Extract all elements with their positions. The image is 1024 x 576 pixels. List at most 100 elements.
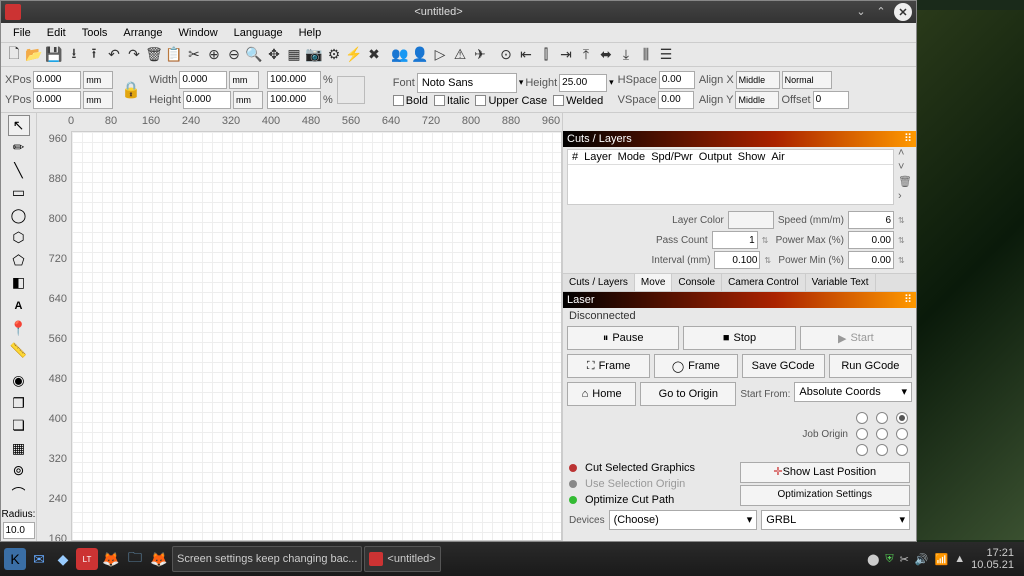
device-icon[interactable]: ⚡ — [345, 46, 363, 64]
origin-bl[interactable] — [856, 444, 868, 456]
tools-icon[interactable]: ✖ — [365, 46, 383, 64]
taskbar-window2[interactable]: <untitled> — [364, 546, 440, 572]
vspace-input[interactable] — [658, 91, 694, 109]
group-icon[interactable]: 👥 — [391, 46, 409, 64]
welded-checkbox[interactable] — [553, 95, 564, 106]
minimize-button[interactable]: ⌄ — [852, 3, 870, 21]
tray-icon1[interactable]: ⬤ — [867, 553, 879, 566]
ypos-unit[interactable]: mm — [83, 91, 113, 109]
origin-ml[interactable] — [856, 428, 868, 440]
layer-del-icon[interactable]: 🗑 — [898, 175, 912, 188]
ypos-input[interactable] — [33, 91, 81, 109]
menu-edit[interactable]: Edit — [39, 27, 74, 39]
tab-move[interactable]: Move — [635, 274, 672, 291]
taskbar-firefox2-icon[interactable]: 🦊 — [148, 548, 170, 570]
text-tool[interactable]: A — [8, 295, 30, 316]
pmin-input[interactable] — [848, 251, 894, 269]
align-center-icon[interactable]: ⊙ — [497, 46, 515, 64]
polygon-tool[interactable]: ⬡ — [8, 228, 30, 249]
mirror-icon[interactable]: ✈ — [471, 46, 489, 64]
tab-camera[interactable]: Camera Control — [722, 274, 806, 291]
distribute-h-icon[interactable]: ⫼ — [637, 46, 655, 64]
bezier-tool[interactable]: ⬠ — [8, 250, 30, 271]
radial-array-tool[interactable]: ⊚ — [8, 461, 30, 482]
distribute-v-icon[interactable]: ☰ — [657, 46, 675, 64]
layer-up-icon[interactable]: ˄ — [898, 147, 912, 159]
frame-rect-button[interactable]: ⛶Frame — [567, 354, 650, 378]
paste-icon[interactable]: 📋 — [165, 46, 183, 64]
taskbar-mail-icon[interactable]: ✉ — [28, 548, 50, 570]
start-button[interactable]: ▶Start — [800, 326, 912, 350]
origin-tr[interactable] — [896, 412, 908, 424]
height-input[interactable] — [183, 91, 231, 109]
bold-checkbox[interactable] — [393, 95, 404, 106]
cuts-panel-header[interactable]: Cuts / Layers⠿ — [563, 131, 916, 147]
zoom-out-icon[interactable]: ⊖ — [225, 46, 243, 64]
undo-icon[interactable]: ↶ — [105, 46, 123, 64]
layer-color-swatch[interactable] — [728, 211, 774, 229]
home-button[interactable]: ⌂Home — [567, 382, 636, 406]
hspace-input[interactable] — [659, 71, 695, 89]
flip-v-icon[interactable]: ⚠ — [451, 46, 469, 64]
origin-mc[interactable] — [876, 428, 888, 440]
cut-selected-label[interactable]: Cut Selected Graphics — [585, 462, 695, 474]
marker-tool[interactable]: 📍 — [8, 318, 30, 339]
taskbar[interactable]: K ✉ ◆ LT 🦊 🗀 🦊 Screen settings keep chan… — [0, 542, 1024, 576]
pause-button[interactable]: ⏸Pause — [567, 326, 679, 350]
scale-x-input[interactable] — [267, 71, 321, 89]
font-height-input[interactable] — [559, 74, 607, 92]
panel-grip-icon[interactable]: ⠿ — [904, 292, 912, 308]
show-last-button[interactable]: ✛Show Last Position — [740, 462, 911, 483]
start-from-combo[interactable]: Absolute Coords▾ — [794, 382, 912, 402]
close-button[interactable]: ✕ — [894, 3, 912, 21]
align-vcenter-icon[interactable]: ⫿ — [537, 46, 555, 64]
zoom-frame-icon[interactable]: 🔍 — [245, 46, 263, 64]
delete-icon[interactable]: 🗑 — [145, 46, 163, 64]
export-icon[interactable]: ⭱ — [85, 46, 103, 64]
menu-help[interactable]: Help — [291, 27, 330, 39]
job-origin-grid[interactable] — [856, 412, 912, 456]
edit-nodes-tool[interactable]: ✏ — [8, 138, 30, 159]
radius-input[interactable] — [3, 522, 35, 539]
width-input[interactable] — [179, 71, 227, 89]
circle-array-tool[interactable]: ◉ — [8, 370, 30, 391]
tabs-tool[interactable]: ⌒ — [8, 483, 30, 505]
align-left-icon[interactable]: ⇤ — [517, 46, 535, 64]
align-bottom-icon[interactable]: ⤓ — [617, 46, 635, 64]
pan-icon[interactable]: ✥ — [265, 46, 283, 64]
menu-window[interactable]: Window — [171, 27, 226, 39]
preview-icon[interactable]: ▦ — [285, 46, 303, 64]
laser-panel-header[interactable]: Laser⠿ — [563, 292, 916, 308]
origin-br[interactable] — [896, 444, 908, 456]
height-unit[interactable]: mm — [233, 91, 263, 109]
origin-mr[interactable] — [896, 428, 908, 440]
tab-cuts[interactable]: Cuts / Layers — [563, 274, 635, 291]
frame-circle-button[interactable]: ◯Frame — [654, 354, 737, 378]
offset-input[interactable] — [813, 91, 849, 109]
maximize-button[interactable]: ⌃ — [872, 3, 890, 21]
origin-tl[interactable] — [856, 412, 868, 424]
layers-table[interactable]: # Layer Mode Spd/Pwr Output Show Air — [567, 149, 894, 205]
panel-grip-icon[interactable]: ⠿ — [904, 131, 912, 147]
pass-input[interactable] — [712, 231, 758, 249]
clock[interactable]: 17:21 10.05.21 — [971, 547, 1020, 571]
select-tool[interactable]: ↖ — [8, 115, 30, 136]
save-gcode-button[interactable]: Save GCode — [742, 354, 825, 378]
opt-settings-button[interactable]: Optimization Settings — [740, 485, 911, 506]
taskbar-firefox1-icon[interactable]: 🦊 — [100, 548, 122, 570]
open-icon[interactable]: 📂 — [25, 46, 43, 64]
width-unit[interactable]: mm — [229, 71, 259, 89]
pmax-input[interactable] — [848, 231, 894, 249]
layer-next-icon[interactable]: › — [898, 190, 912, 202]
anchor-grid[interactable] — [337, 76, 365, 104]
scale-y-input[interactable] — [267, 91, 321, 109]
grid-array-tool[interactable]: ▦ — [8, 438, 30, 459]
tray-notify-icon[interactable]: ▲ — [954, 553, 965, 565]
settings-icon[interactable]: ⚙ — [325, 46, 343, 64]
origin-tc[interactable] — [876, 412, 888, 424]
origin-bc[interactable] — [876, 444, 888, 456]
italic-checkbox[interactable] — [434, 95, 445, 106]
align-right-icon[interactable]: ⇥ — [557, 46, 575, 64]
rect-tool[interactable]: ▭ — [8, 183, 30, 204]
menu-tools[interactable]: Tools — [74, 27, 116, 39]
